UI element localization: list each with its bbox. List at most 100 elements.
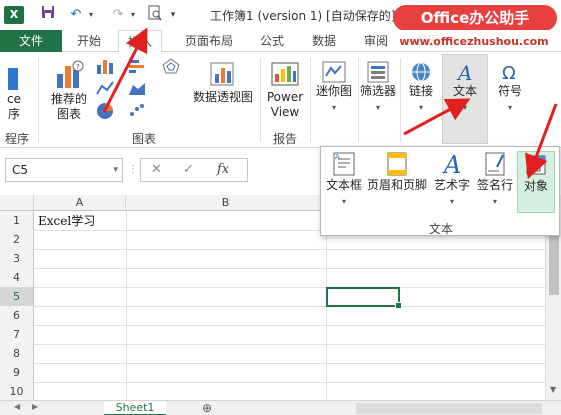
column-chart-icon[interactable] <box>94 58 116 77</box>
redo-icon[interactable]: ↷ <box>108 5 128 25</box>
tab-insert[interactable]: 插入 <box>118 30 162 53</box>
grid-line <box>126 211 127 401</box>
watermark-url: www.officezhushou.com <box>390 33 558 51</box>
scroll-down-icon[interactable]: ▼ <box>550 385 556 394</box>
enter-icon[interactable]: ✓ <box>183 162 194 177</box>
text-panel-group-label: 文本 <box>428 222 453 236</box>
object-label: 对象 <box>523 179 548 193</box>
recommended-charts-button[interactable]: ? 推荐的 图表 <box>46 60 92 122</box>
line-chart-icon[interactable] <box>94 80 116 99</box>
row-header[interactable]: 8 <box>0 344 34 364</box>
wordart-button[interactable]: A 艺术字 ▾ <box>431 151 473 207</box>
row-header[interactable]: 6 <box>0 306 34 326</box>
cell-a1[interactable]: Excel学习 <box>38 211 95 231</box>
watermark-logo: Office办公助手 <box>393 5 557 31</box>
grid-line <box>34 325 545 326</box>
signature-line-label: 签名行 <box>476 178 513 192</box>
signature-line-button[interactable]: 签名行 ▾ <box>475 151 515 207</box>
row-header[interactable]: 9 <box>0 363 34 383</box>
tab-formulas[interactable]: 公式 <box>252 30 292 52</box>
text-dropdown-panel: A 文本框 ▾ 页眉和页脚 A 艺术字 ▾ 签名行 ▾ 对象 文本 <box>320 146 560 236</box>
apps-button[interactable]: ce 序 <box>0 66 28 122</box>
tab-data[interactable]: 数据 <box>304 30 344 52</box>
header-footer-button[interactable]: 页眉和页脚 <box>365 151 429 193</box>
row-header[interactable]: 7 <box>0 325 34 345</box>
add-sheet-icon[interactable]: ⊕ <box>202 401 212 415</box>
chevron-down-icon: ▾ <box>331 103 336 112</box>
radar-chart-icon[interactable] <box>160 58 182 77</box>
next-sheet-icon[interactable]: ▶ <box>32 402 38 411</box>
row-header[interactable]: 4 <box>0 268 34 288</box>
customize-toolbar-icon[interactable]: ▾ <box>168 5 178 25</box>
filter-label: 筛选器 <box>359 84 396 98</box>
name-box-value: C5 <box>12 163 29 177</box>
tab-page-layout[interactable]: 页面布局 <box>176 30 242 52</box>
power-view-button[interactable]: Power View <box>264 60 306 120</box>
textbox-label: 文本框 <box>325 178 362 192</box>
drag-handle-icon[interactable]: ⋮ <box>128 164 138 175</box>
apps-label-top: ce <box>7 92 21 106</box>
chevron-down-icon: ▾ <box>492 197 497 206</box>
formula-buttons: ✕ ✓ fx <box>140 158 248 182</box>
textbox-button[interactable]: A 文本框 ▾ <box>325 151 363 207</box>
chevron-down-icon[interactable]: ▾ <box>113 159 118 181</box>
chevron-down-icon: ▾ <box>375 103 380 112</box>
save-icon[interactable] <box>40 5 56 25</box>
header-footer-label: 页眉和页脚 <box>366 178 427 192</box>
grid-line <box>34 382 545 383</box>
ribbon: ce 序 程序 ? 推荐的 图表 图表 数据透视图 Power View 报告 <box>0 52 561 148</box>
grid-line <box>34 249 545 250</box>
chevron-down-icon: ▾ <box>449 197 454 206</box>
pivot-chart-button[interactable]: 数据透视图 <box>190 60 256 105</box>
svg-text:?: ? <box>76 63 80 71</box>
insert-function-icon[interactable]: fx <box>217 162 229 177</box>
area-chart-icon[interactable] <box>126 80 148 99</box>
row-header[interactable]: 1 <box>0 211 34 231</box>
row-header[interactable]: 10 <box>0 382 34 402</box>
text-label: 文本 <box>452 84 477 98</box>
links-button[interactable]: 链接 ▾ <box>402 60 440 113</box>
grid-line <box>34 287 545 288</box>
apps-group-label: 程序 <box>4 132 29 146</box>
separator <box>310 58 311 142</box>
tab-home[interactable]: 开始 <box>68 30 110 52</box>
row-header-selected[interactable]: 5 <box>0 287 34 307</box>
recommended-charts-label: 推荐的 图表 <box>50 92 87 121</box>
selected-cell-c5[interactable] <box>326 287 402 309</box>
chevron-down-icon: ▾ <box>462 103 467 112</box>
object-button[interactable]: 对象 <box>517 151 555 213</box>
grid-line <box>34 268 545 269</box>
sparklines-button[interactable]: 迷你图 ▾ <box>312 60 356 113</box>
pie-chart-icon[interactable] <box>94 102 116 123</box>
row-header[interactable]: 2 <box>0 230 34 250</box>
horizontal-scrollbar[interactable] <box>356 403 542 414</box>
bar-chart-icon[interactable] <box>126 58 148 77</box>
scatter-chart-icon[interactable] <box>126 102 148 121</box>
undo-dropdown-icon[interactable]: ▾ <box>86 5 96 25</box>
row-header[interactable]: 3 <box>0 249 34 269</box>
name-box[interactable]: C5 ▾ <box>5 158 123 182</box>
tab-file[interactable]: 文件 <box>0 30 62 52</box>
column-header-b[interactable]: B <box>126 195 326 211</box>
svg-text:A: A <box>456 61 472 84</box>
svg-text:A: A <box>335 153 340 161</box>
sheet-tabs-bar: ◀ ▶ Sheet1 ⊕ <box>0 400 561 415</box>
chevron-down-icon: ▾ <box>507 103 512 112</box>
report-group-label: 报告 <box>272 132 297 146</box>
symbols-button[interactable]: Ω 符号 ▾ <box>490 60 530 113</box>
sparklines-label: 迷你图 <box>315 84 352 98</box>
cancel-icon[interactable]: ✕ <box>151 162 162 177</box>
sheet-tab-sheet1[interactable]: Sheet1 <box>104 401 166 415</box>
filter-button[interactable]: 筛选器 ▾ <box>358 60 398 113</box>
grid-line <box>34 306 545 307</box>
document-title: 工作簿1 (version 1) [自动保存的] - <box>210 9 404 23</box>
prev-sheet-icon[interactable]: ◀ <box>14 402 20 411</box>
symbols-label: 符号 <box>497 84 522 98</box>
redo-dropdown-icon[interactable]: ▾ <box>128 5 138 25</box>
text-button[interactable]: A 文本 ▾ <box>442 60 488 113</box>
print-preview-icon[interactable] <box>146 5 164 25</box>
grid-line <box>34 363 545 364</box>
column-header-a[interactable]: A <box>34 195 126 211</box>
undo-icon[interactable]: ↶ <box>66 5 86 25</box>
select-all-corner[interactable] <box>0 195 34 211</box>
